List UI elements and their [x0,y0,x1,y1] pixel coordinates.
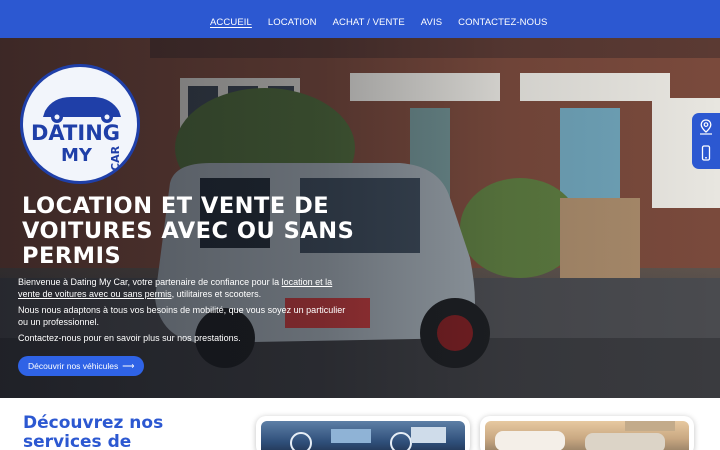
hero-contact-paragraph: Contactez-nous pour en savoir plus sur n… [18,333,241,343]
services-heading: Découvrez nos services de [23,413,164,450]
logo-graphic: DATING MY CAR [31,97,122,171]
logo-text-dating: DATING [31,121,120,145]
nav-item-accueil[interactable]: ACCUEIL [210,17,252,28]
discover-vehicles-button[interactable]: Découvrir nos véhicules ⟶ [18,356,145,376]
nav-item-avis[interactable]: AVIS [421,17,442,28]
hero-title: LOCATION ET VENTE DE VOITURES AVEC OU SA… [22,193,355,269]
phone-icon[interactable] [699,145,713,161]
dating-my-car-logo[interactable]: DATING MY CAR [20,64,140,184]
hero-intro-paragraph: Bienvenue à Dating My Car, votre partena… [18,276,348,300]
cars-photo [495,421,675,450]
service-card-image [261,421,465,450]
cta-label: Découvrir nos véhicules [28,361,119,371]
arrow-right-icon: ⟶ [122,361,135,371]
nav-item-location[interactable]: LOCATION [268,17,317,28]
intro-text-start: Bienvenue à Dating My Car, votre partena… [18,277,282,287]
location-pin-icon[interactable] [699,119,713,135]
intro-text-end: , utilitaires et scooters. [171,289,262,299]
nav-list: ACCUEIL LOCATION ACHAT / VENTE AVIS CONT… [210,12,563,30]
hero-mobility-paragraph: Nous nous adaptons à tous vos besoins de… [18,305,346,327]
scooters-photo [290,427,446,450]
logo-text-my: MY [61,145,93,166]
nav-item-achat-vente[interactable]: ACHAT / VENTE [333,17,405,28]
main-navigation: ACCUEIL LOCATION ACHAT / VENTE AVIS CONT… [0,0,720,38]
nav-item-contact[interactable]: CONTACTEZ-NOUS [458,17,547,28]
service-card-scooters[interactable] [256,416,470,450]
logo-text-car: CAR [109,145,122,171]
service-card-voitures[interactable] [480,416,694,450]
contact-side-widget [692,113,720,169]
service-card-image [485,421,689,450]
hero-section: DATING MY CAR LOCATION ET VENTE DE VOITU… [0,38,720,398]
